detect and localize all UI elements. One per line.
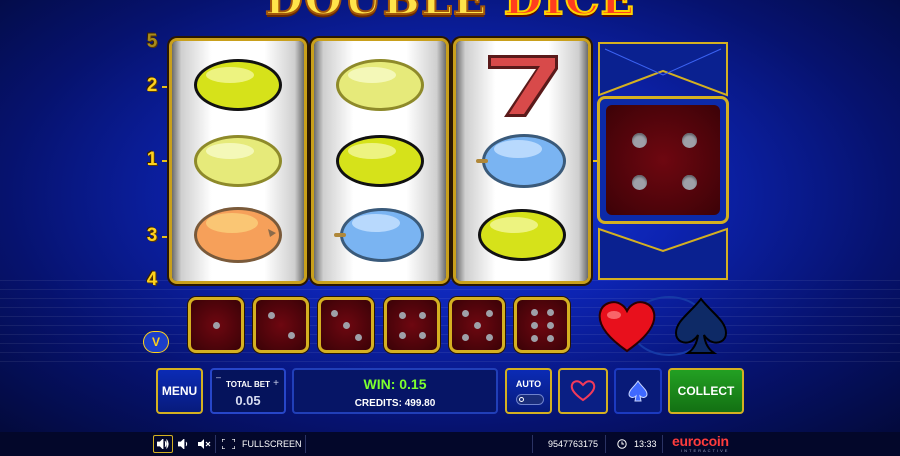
speaker-icon[interactable]: [178, 439, 190, 449]
dice-choice-1[interactable]: [188, 297, 244, 353]
lemon-symbol: [332, 53, 428, 117]
payline-number-5: 5: [146, 31, 158, 52]
reel-3: [456, 41, 588, 281]
total-bet-box: – TOTAL BET + 0.05: [210, 368, 286, 414]
brand-logo: eurocoin: [672, 433, 729, 449]
dice-choice-2[interactable]: [253, 297, 309, 353]
dice-choice-3[interactable]: [318, 297, 374, 353]
lemon-symbol: [332, 129, 428, 193]
collect-label: COLLECT: [677, 384, 735, 398]
heart-icon[interactable]: [596, 295, 658, 357]
dice-choice-5[interactable]: [449, 297, 505, 353]
sound-on-button[interactable]: [153, 435, 173, 453]
spade-icon[interactable]: [670, 295, 732, 357]
spade-outline-icon: [628, 380, 648, 402]
payline-number-4: 4: [146, 269, 158, 290]
lemon-symbol: [474, 203, 570, 267]
win-credits-box: WIN: 0.15 CREDITS: 499.80: [292, 368, 498, 414]
die-pip: [682, 133, 697, 148]
reel-1: [172, 41, 304, 281]
plum-symbol: [474, 129, 570, 193]
die-pip: [632, 133, 647, 148]
menu-button[interactable]: MENU: [156, 368, 203, 414]
auto-button[interactable]: AUTO: [505, 368, 552, 414]
game-stage: DOUBLE DICE 5 2 1 3 4: [0, 0, 900, 432]
brand-subtitle: INTERACTIVE: [681, 448, 730, 453]
total-bet-value: 0.05: [235, 393, 261, 408]
dice-choice-6[interactable]: [514, 297, 570, 353]
die-pip: [632, 175, 647, 190]
speaker-waves-icon: [157, 439, 169, 449]
payline-marker: [162, 160, 172, 162]
fullscreen-label[interactable]: FULLSCREEN: [242, 439, 302, 449]
clock-time: 13:33: [634, 439, 657, 449]
credits-amount: CREDITS: 499.80: [354, 398, 436, 409]
dice-frame-top-icon: [598, 42, 728, 97]
clock-icon: [617, 439, 627, 449]
title-double: DOUBLE: [264, 0, 488, 25]
lemon-symbol: [190, 129, 286, 193]
payline-marker: [162, 86, 172, 88]
seven-symbol: [474, 49, 570, 121]
auto-toggle[interactable]: [516, 394, 544, 405]
collect-button[interactable]: COLLECT: [668, 368, 744, 414]
win-amount: WIN: 0.15: [363, 376, 427, 392]
payline-number-2: 2: [146, 75, 158, 96]
payline-number-1: 1: [146, 149, 158, 170]
mute-icon[interactable]: [198, 439, 211, 449]
dice-choice-4[interactable]: [384, 297, 440, 353]
heart-outline-icon: [570, 380, 596, 402]
status-bar: FULLSCREEN 9547763175 13:33 eurocoin INT…: [0, 432, 900, 456]
reel-2: [314, 41, 446, 281]
dice-frame-bottom-icon: [598, 227, 728, 280]
lemon-symbol: [190, 53, 286, 117]
heart-bet-button[interactable]: [558, 368, 608, 414]
menu-label: MENU: [161, 384, 198, 398]
fullscreen-icon[interactable]: [222, 439, 235, 449]
orange-symbol: [190, 203, 286, 267]
big-die: [597, 96, 729, 224]
spade-bet-button[interactable]: [614, 368, 662, 414]
game-title: DOUBLE DICE: [250, 0, 650, 25]
title-dice: DICE: [503, 0, 635, 25]
payline-marker: [162, 236, 172, 238]
plum-symbol: [332, 203, 428, 267]
dice-panel: [597, 41, 729, 281]
provider-logo-icon: V: [143, 331, 169, 353]
bet-plus-button[interactable]: +: [273, 378, 279, 389]
auto-label: AUTO: [515, 379, 542, 389]
die-pip: [682, 175, 697, 190]
payline-number-3: 3: [146, 225, 158, 246]
session-id: 9547763175: [548, 439, 599, 449]
